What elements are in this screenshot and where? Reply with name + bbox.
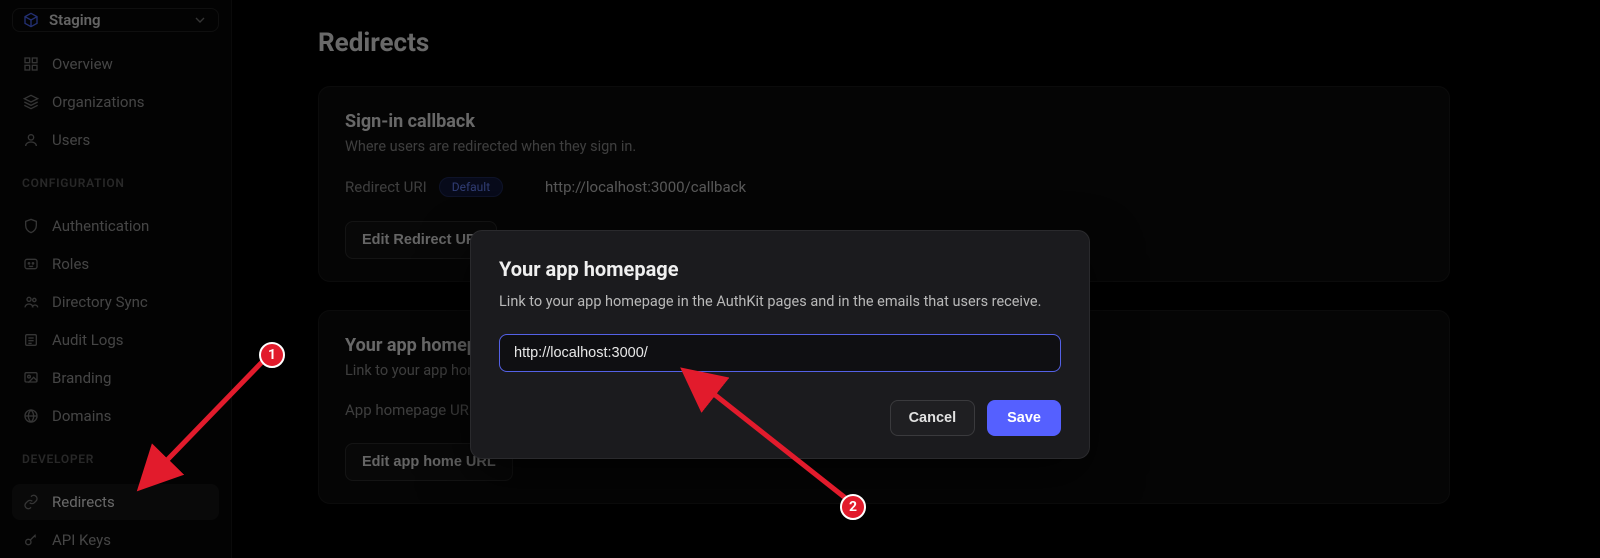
cancel-button[interactable]: Cancel <box>890 400 976 436</box>
modal-actions: Cancel Save <box>499 400 1061 436</box>
modal-desc: Link to your app homepage in the AuthKit… <box>499 291 1061 312</box>
modal-title: Your app homepage <box>499 257 1061 281</box>
app-root: Staging Overview Organizations Users CON… <box>0 0 1600 558</box>
app-homepage-modal: Your app homepage Link to your app homep… <box>470 230 1090 459</box>
save-button[interactable]: Save <box>987 400 1061 436</box>
homepage-url-input[interactable] <box>499 334 1061 372</box>
